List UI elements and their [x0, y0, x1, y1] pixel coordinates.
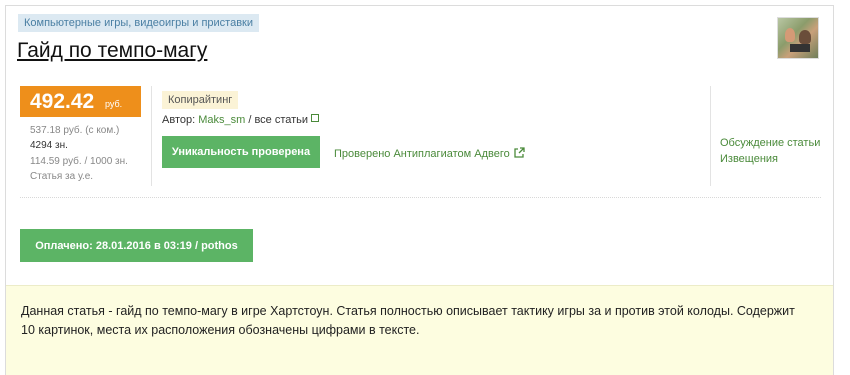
- antiplagiat-text: Проверено Антиплагиатом Адвего: [334, 148, 510, 160]
- discussion-link[interactable]: Обсуждение статьи: [720, 135, 820, 151]
- author-label: Автор:: [162, 114, 196, 126]
- uniqueness-checked-button[interactable]: Уникальность проверена: [162, 136, 320, 168]
- category-badge[interactable]: Компьютерные игры, видеоигры и приставки: [18, 14, 260, 32]
- article-ue: Статья за у.е.: [30, 171, 94, 182]
- side-links: Обсуждение статьи Извещения: [720, 135, 820, 167]
- column-divider-right: [710, 86, 711, 186]
- description-panel: Данная статья - гайд по темпо-магу в игр…: [6, 285, 833, 375]
- author-line: Автор: Maks_sm / все статьи: [162, 114, 320, 126]
- paid-status-button[interactable]: Оплачено: 28.01.2016 в 03:19 / pothos: [20, 229, 253, 262]
- antiplagiat-check[interactable]: Проверено Антиплагиатом Адвего: [334, 147, 525, 160]
- price-value: 492.42: [30, 90, 95, 113]
- avatar-person-2: [799, 30, 811, 44]
- section-divider: [20, 197, 821, 198]
- article-type-tag[interactable]: Копирайтинг: [162, 91, 239, 109]
- price-badge: 492.42 руб.: [20, 86, 141, 117]
- price-currency: руб.: [105, 99, 123, 109]
- avatar-laptop: [790, 44, 810, 52]
- article-description: Данная статья - гайд по темпо-магу в игр…: [21, 304, 795, 337]
- notices-link[interactable]: Извещения: [720, 151, 820, 167]
- author-avatar[interactable]: [777, 17, 819, 59]
- external-link-icon: [514, 147, 525, 158]
- author-name-link[interactable]: Maks_sm: [198, 114, 245, 126]
- price-with-commission: 537.18 руб. (с ком.): [30, 125, 120, 136]
- column-divider-left: [151, 86, 152, 186]
- price-per-thousand: 114.59 руб. / 1000 зн.: [30, 156, 128, 167]
- article-title[interactable]: Гайд по темпо-магу: [17, 39, 207, 63]
- popup-icon: [311, 114, 320, 122]
- all-articles-link[interactable]: / все статьи: [248, 114, 308, 126]
- avatar-person-1: [785, 28, 795, 42]
- char-count: 4294 зн.: [30, 140, 68, 151]
